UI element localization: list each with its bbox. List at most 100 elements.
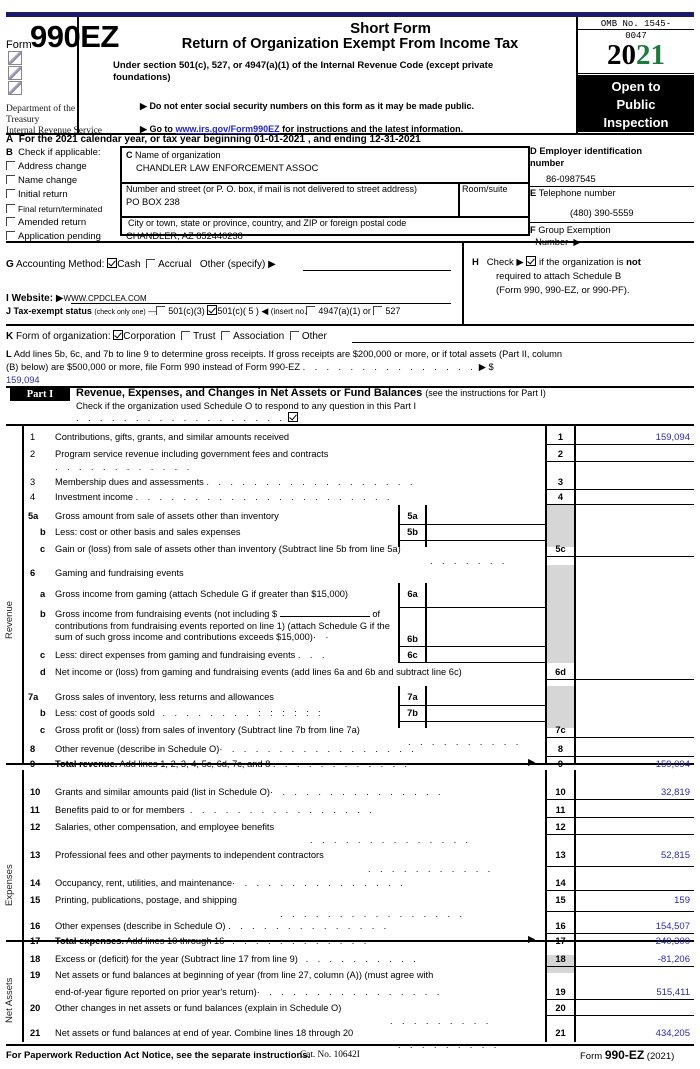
website-value[interactable]: WWW.CPDCLEA.COM xyxy=(64,294,147,303)
checkbox-icon[interactable] xyxy=(6,189,15,198)
row-rule xyxy=(545,933,694,934)
row-label: Less: direct expenses from gaming and fu… xyxy=(55,650,328,660)
row-rule xyxy=(545,489,694,490)
row-number: 12 xyxy=(30,822,41,832)
checkbox-icon[interactable] xyxy=(6,161,15,170)
checkbox-icon[interactable] xyxy=(6,204,15,213)
side-label-net-assets: Net Assets xyxy=(4,977,15,1023)
arrow-icon: ▶ xyxy=(528,934,536,944)
line-k-other-underline[interactable] xyxy=(352,342,694,343)
row-label: Contributions, gifts, grants, and simila… xyxy=(55,432,290,442)
checkbox-amended-return[interactable]: Amended return xyxy=(6,216,118,230)
arrow-icon: ▶ xyxy=(140,101,147,111)
row-value[interactable]: 154,507 xyxy=(590,921,690,932)
street-address-value[interactable]: PO BOX 238 xyxy=(126,197,180,207)
line-j-tax-exempt-status: J Tax-exempt status (check only one) —50… xyxy=(6,305,401,316)
row-value[interactable]: 159,094 xyxy=(590,432,690,443)
row-value[interactable]: 240,300 xyxy=(590,936,690,947)
row-label: Membership dues and assessments . . . . … xyxy=(55,477,416,487)
row-number: 15 xyxy=(30,895,41,905)
leader-dots: . . . . . . . . . . . . . . . xyxy=(302,362,477,372)
row-number: 5a xyxy=(28,511,39,521)
row-label: Less: cost of goods sold . . . . . . . .… xyxy=(55,708,325,718)
row-rule xyxy=(545,737,694,738)
checkbox-trust-icon[interactable] xyxy=(181,331,191,340)
row-number: 10 xyxy=(30,787,41,797)
numcol-right-rule-exp xyxy=(574,770,576,940)
row-value[interactable]: 159 xyxy=(590,895,690,906)
row-number: 14 xyxy=(30,878,41,888)
checkbox-501c3-icon[interactable] xyxy=(156,306,166,315)
row-box-number: 5c xyxy=(555,544,566,554)
row-label: Gain or (loss) from sale of assets other… xyxy=(55,544,401,554)
row-value[interactable]: 159,094 xyxy=(590,759,690,770)
line-g-other-underline[interactable] xyxy=(303,270,451,271)
row-value[interactable]: 434,205 xyxy=(590,1028,690,1039)
row-label: Benefits paid to or for members . . . . … xyxy=(55,805,376,815)
row-box-number: 9 xyxy=(557,759,564,769)
leader-dots: . . . . . . . . . . xyxy=(408,737,522,747)
checkbox-icon[interactable] xyxy=(6,175,15,184)
gray-filler-5 xyxy=(547,505,574,547)
organization-name-value[interactable]: CHANDLER LAW ENFORCEMENT ASSOC xyxy=(136,163,318,173)
row-label: Gross profit or (loss) from sales of inv… xyxy=(55,725,360,735)
checkbox-other-icon[interactable] xyxy=(289,331,299,340)
row-box-number: 15 xyxy=(555,895,566,905)
checkbox-address-change[interactable]: Address change xyxy=(6,160,118,174)
box-e-rule xyxy=(528,222,694,223)
row-label: Total expenses. Add lines 10 through 16 … xyxy=(55,936,370,946)
row-number: 19 xyxy=(30,970,41,980)
part1-schedule-o-dots: . . . . . . . . . . . . . . . . . . xyxy=(76,412,298,423)
row-rule xyxy=(545,556,694,557)
checkbox-icon[interactable] xyxy=(6,231,15,240)
checkbox-cash-icon[interactable] xyxy=(107,258,118,268)
row-box-number: 5b xyxy=(407,527,418,537)
row-number: 18 xyxy=(30,954,41,964)
row-box-number: 21 xyxy=(555,1028,566,1038)
row-rule xyxy=(545,799,694,800)
row-label: Gross sales of inventory, less returns a… xyxy=(55,692,274,702)
numcol-right-rule-rev xyxy=(574,426,576,763)
row-box-number: 14 xyxy=(555,878,566,888)
ein-value[interactable]: 86-0987545 xyxy=(546,174,596,184)
row-number: 20 xyxy=(30,1003,41,1013)
row-label: Other changes in net assets or fund bala… xyxy=(55,1003,342,1013)
form-number: 990EZ xyxy=(30,19,119,54)
begin-date-value[interactable]: 01-01-2021 xyxy=(254,134,305,145)
row-rule xyxy=(545,1015,694,1016)
city-state-zip-value[interactable]: CHANDLER, AZ 852440238 xyxy=(126,231,243,241)
end-date-value[interactable]: 12-31-2021 xyxy=(370,134,421,145)
row-rule xyxy=(545,999,694,1000)
footer-right: Form 990-EZ (2021) xyxy=(580,1048,675,1062)
row-value[interactable]: 52,815 xyxy=(590,850,690,861)
telephone-value[interactable]: (480) 390-5559 xyxy=(570,208,634,218)
checkbox-4947a1-icon[interactable] xyxy=(306,306,316,315)
row-value[interactable]: 32,819 xyxy=(590,787,690,798)
gross-receipts-value[interactable]: 159,094 xyxy=(6,375,40,385)
checkbox-accrual-icon[interactable] xyxy=(146,259,156,268)
part1-schedule-o-note: Check if the organization used Schedule … xyxy=(76,401,417,411)
checkbox-association-icon[interactable] xyxy=(221,331,231,340)
checkbox-corporation-icon[interactable] xyxy=(113,330,124,340)
row-number: 6 xyxy=(30,568,36,578)
page-title: Return of Organization Exempt From Incom… xyxy=(181,36,519,52)
row-value[interactable]: 515,411 xyxy=(590,987,690,998)
fundraising-contrib-blank[interactable] xyxy=(279,616,370,617)
row-number: 21 xyxy=(30,1028,41,1038)
irs-form-link[interactable]: www.irs.gov/Form990EZ xyxy=(175,124,279,134)
checkbox-name-change[interactable]: Name change xyxy=(6,174,118,188)
row-rule xyxy=(398,524,546,525)
row-box-number: 11 xyxy=(555,805,566,815)
checkbox-527-icon[interactable] xyxy=(373,306,383,315)
checkbox-schedule-b-icon[interactable] xyxy=(526,256,537,266)
row-value[interactable]: -81,206 xyxy=(590,954,690,965)
checkbox-initial-return[interactable]: Initial return xyxy=(6,188,118,202)
rule-above-g xyxy=(6,241,694,243)
expenses-side-rule xyxy=(22,770,24,940)
form-word-label: Form xyxy=(6,39,32,51)
row-label: Professional fees and other payments to … xyxy=(55,850,324,860)
checkbox-final-return-terminated[interactable]: Final return/terminated xyxy=(6,202,118,216)
checkbox-501c5-icon[interactable] xyxy=(207,305,218,315)
checkbox-icon[interactable] xyxy=(6,217,15,226)
checkbox-schedule-o-icon[interactable] xyxy=(288,412,298,422)
